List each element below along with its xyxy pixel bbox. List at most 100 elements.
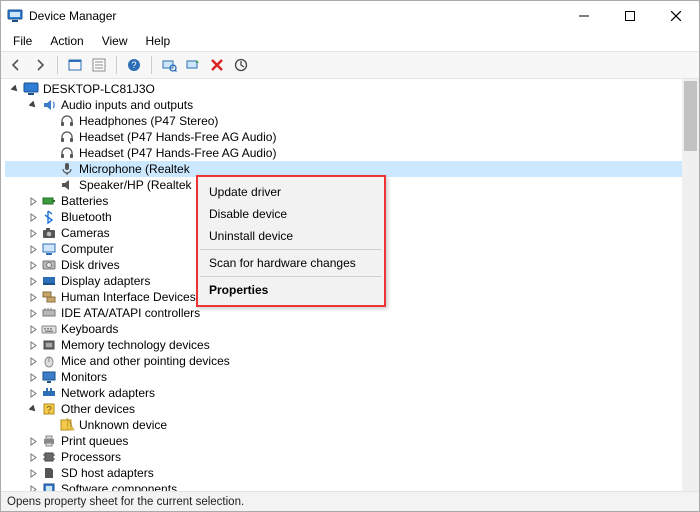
device-label: Headset (P47 Hands-Free AG Audio) [79, 145, 276, 161]
category-printqueues[interactable]: Print queues [5, 433, 682, 449]
menu-file[interactable]: File [5, 32, 40, 50]
status-text: Opens property sheet for the current sel… [7, 496, 244, 508]
expander-closed-icon[interactable] [27, 435, 39, 447]
category-memory[interactable]: Memory technology devices [5, 337, 682, 353]
bluetooth-icon [41, 209, 57, 225]
category-keyboards[interactable]: Keyboards [5, 321, 682, 337]
menubar: File Action View Help [1, 31, 699, 51]
uninstall-toolbar-button[interactable] [206, 54, 228, 76]
expander-closed-icon[interactable] [27, 483, 39, 491]
device-manager-window: Device Manager File Action View Help ? [0, 0, 700, 512]
disable-toolbar-button[interactable] [230, 54, 252, 76]
expander-closed-icon[interactable] [27, 323, 39, 335]
category-label: Batteries [61, 193, 108, 209]
expander-closed-icon[interactable] [27, 243, 39, 255]
category-ide[interactable]: IDE ATA/ATAPI controllers [5, 305, 682, 321]
category-other[interactable]: ? Other devices [5, 401, 682, 417]
device-headset-2[interactable]: Headset (P47 Hands-Free AG Audio) [5, 145, 682, 161]
scrollbar-thumb[interactable] [684, 81, 697, 151]
category-label: Print queues [61, 433, 128, 449]
device-label: Headphones (P47 Stereo) [79, 113, 218, 129]
expander-closed-icon[interactable] [27, 291, 39, 303]
audio-icon [41, 97, 57, 113]
expander-closed-icon[interactable] [27, 387, 39, 399]
computer-icon [41, 241, 57, 257]
monitor-icon [41, 369, 57, 385]
help-button[interactable]: ? [123, 54, 145, 76]
show-hidden-button[interactable] [64, 54, 86, 76]
category-label: Audio inputs and outputs [61, 97, 193, 113]
context-menu-separator [200, 249, 382, 250]
tree-root-label: DESKTOP-LC81J3O [43, 81, 155, 97]
category-sdhost[interactable]: SD host adapters [5, 465, 682, 481]
statusbar: Opens property sheet for the current sel… [1, 491, 699, 511]
close-button[interactable] [653, 1, 699, 31]
camera-icon [41, 225, 57, 241]
svg-text:!: ! [70, 422, 72, 431]
category-label: Display adapters [61, 273, 150, 289]
expander-closed-icon[interactable] [27, 451, 39, 463]
expander-closed-icon[interactable] [27, 355, 39, 367]
memory-icon [41, 337, 57, 353]
category-label: Disk drives [61, 257, 120, 273]
ctx-scan-hardware[interactable]: Scan for hardware changes [199, 252, 383, 274]
expander-closed-icon[interactable] [27, 467, 39, 479]
category-monitors[interactable]: Monitors [5, 369, 682, 385]
headphones-icon [59, 129, 75, 145]
expander-closed-icon[interactable] [27, 227, 39, 239]
menu-help[interactable]: Help [138, 32, 179, 50]
keyboard-icon [41, 321, 57, 337]
device-label: Headset (P47 Hands-Free AG Audio) [79, 129, 276, 145]
category-mice[interactable]: Mice and other pointing devices [5, 353, 682, 369]
category-label: IDE ATA/ATAPI controllers [61, 305, 200, 321]
expander-open-icon[interactable] [27, 403, 39, 415]
category-label: Other devices [61, 401, 135, 417]
maximize-button[interactable] [607, 1, 653, 31]
ctx-uninstall-device[interactable]: Uninstall device [199, 225, 383, 247]
device-headphones[interactable]: Headphones (P47 Stereo) [5, 113, 682, 129]
expander-closed-icon[interactable] [27, 307, 39, 319]
minimize-button[interactable] [561, 1, 607, 31]
expander-closed-icon[interactable] [27, 275, 39, 287]
category-audio[interactable]: Audio inputs and outputs [5, 97, 682, 113]
device-unknown[interactable]: ! Unknown device [5, 417, 682, 433]
category-label: Processors [61, 449, 121, 465]
ctx-disable-device[interactable]: Disable device [199, 203, 383, 225]
device-headset-1[interactable]: Headset (P47 Hands-Free AG Audio) [5, 129, 682, 145]
expander-closed-icon[interactable] [27, 339, 39, 351]
category-label: Mice and other pointing devices [61, 353, 230, 369]
expander-closed-icon[interactable] [27, 259, 39, 271]
printer-icon [41, 433, 57, 449]
menu-view[interactable]: View [94, 32, 136, 50]
update-driver-toolbar-button[interactable] [182, 54, 204, 76]
expander-open-icon[interactable] [9, 83, 21, 95]
expander-closed-icon[interactable] [27, 195, 39, 207]
category-label: Keyboards [61, 321, 118, 337]
context-menu-separator [200, 276, 382, 277]
ctx-update-driver[interactable]: Update driver [199, 181, 383, 203]
properties-toolbar-button[interactable] [88, 54, 110, 76]
back-button[interactable] [5, 54, 27, 76]
other-devices-icon: ? [41, 401, 57, 417]
app-icon [7, 8, 23, 24]
disk-icon [41, 257, 57, 273]
expander-closed-icon[interactable] [27, 371, 39, 383]
device-label: Unknown device [79, 417, 167, 433]
ctx-properties[interactable]: Properties [199, 279, 383, 301]
device-label: Speaker/HP (Realtek [79, 177, 192, 193]
scan-button[interactable] [158, 54, 180, 76]
category-network[interactable]: Network adapters [5, 385, 682, 401]
expander-closed-icon[interactable] [27, 211, 39, 223]
menu-action[interactable]: Action [42, 32, 91, 50]
tree-root[interactable]: DESKTOP-LC81J3O [5, 81, 682, 97]
svg-text:?: ? [46, 405, 52, 416]
device-tree[interactable]: DESKTOP-LC81J3O Audio inputs and outputs… [1, 79, 682, 491]
headphones-icon [59, 145, 75, 161]
category-software[interactable]: Software components [5, 481, 682, 491]
device-label: Microphone (Realtek [79, 161, 190, 177]
vertical-scrollbar[interactable] [682, 79, 699, 491]
microphone-icon [59, 161, 75, 177]
forward-button[interactable] [29, 54, 51, 76]
expander-open-icon[interactable] [27, 99, 39, 111]
category-processors[interactable]: Processors [5, 449, 682, 465]
